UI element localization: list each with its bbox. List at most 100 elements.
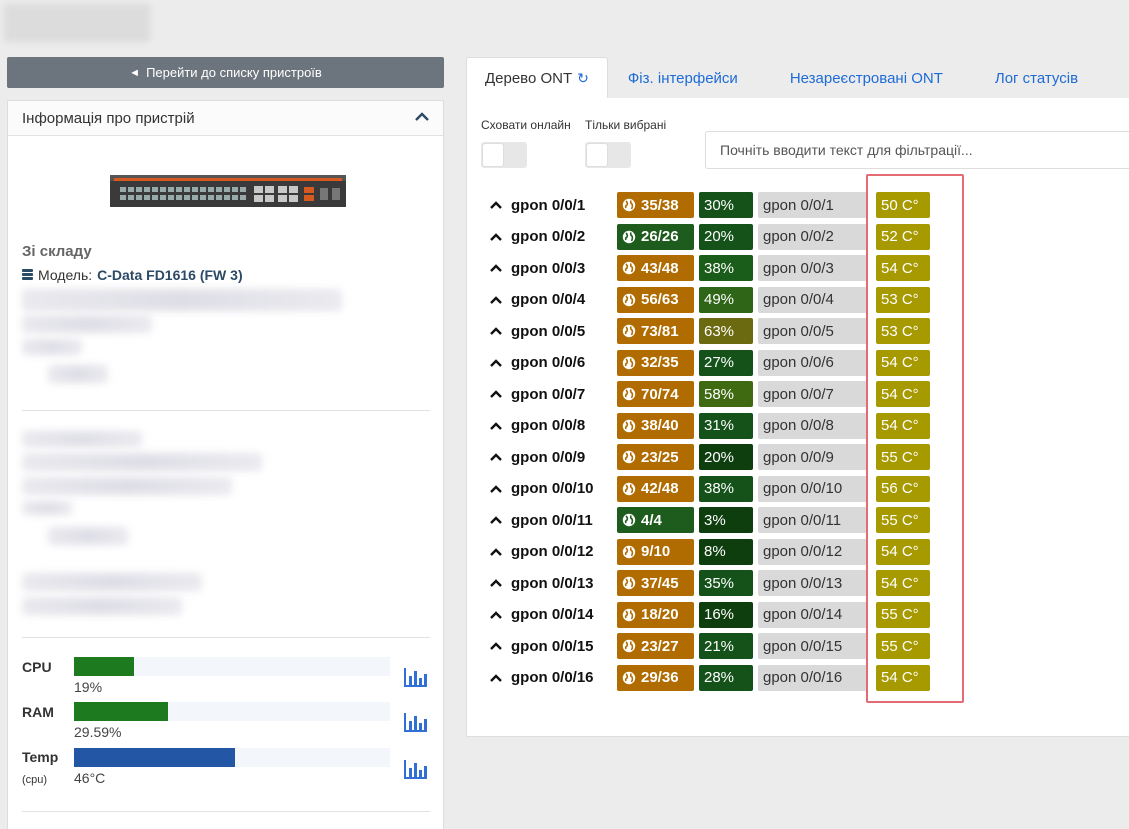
chevron-up-icon[interactable] xyxy=(485,453,507,461)
port-label-badge: gpon 0/0/11 xyxy=(758,507,868,533)
chevron-up-icon[interactable] xyxy=(485,327,507,335)
refresh-icon[interactable]: ↻ xyxy=(577,70,589,87)
ram-bar-fill xyxy=(74,702,168,721)
port-row: gpon 0/0/4 56/63 49% gpon 0/0/4 53 C° xyxy=(485,286,935,313)
tab-label: Незареєстровані ONT xyxy=(789,69,943,87)
chevron-up-icon[interactable] xyxy=(485,484,507,493)
only-selected-toggle[interactable] xyxy=(585,142,631,168)
onu-count-badge: 23/27 xyxy=(617,633,694,659)
chevron-up-icon[interactable] xyxy=(485,610,507,619)
temperature-badge: 54 C° xyxy=(876,255,930,281)
utilization-badge: 49% xyxy=(699,286,753,313)
tab-label: Дерево ONT xyxy=(485,70,573,87)
onu-count-badge: 56/63 xyxy=(617,286,694,313)
model-label: Модель: xyxy=(38,267,93,283)
port-row: gpon 0/0/12 9/10 8% gpon 0/0/12 54 C° xyxy=(485,538,935,565)
globe-icon xyxy=(622,608,636,621)
chevron-up-icon[interactable] xyxy=(485,579,507,587)
chevron-up-icon[interactable] xyxy=(485,390,507,398)
temperature-badge: 55 C° xyxy=(876,444,930,470)
server-icon xyxy=(22,269,33,281)
chevron-up-icon[interactable] xyxy=(485,232,507,241)
port-name: gpon 0/0/9 xyxy=(511,448,586,466)
bar-chart-icon[interactable] xyxy=(404,712,428,732)
temperature-badge: 54 C° xyxy=(876,538,930,565)
arrow-left-icon: ◄ xyxy=(129,66,141,79)
temp-label: Temp xyxy=(22,749,59,765)
utilization-badge: 35% xyxy=(699,570,753,596)
port-row: gpon 0/0/16 29/36 28% gpon 0/0/16 54 C° xyxy=(485,664,935,691)
tab-label: Фіз. інтерфейси xyxy=(627,69,738,87)
redacted-block xyxy=(48,527,128,545)
tab-physical-interfaces[interactable]: Фіз. інтерфейси xyxy=(610,57,756,99)
chevron-up-icon[interactable] xyxy=(485,642,507,650)
stock-label: Зі складу xyxy=(22,243,92,260)
onu-count-badge: 70/74 xyxy=(617,381,694,407)
globe-icon xyxy=(622,639,636,653)
port-name: gpon 0/0/3 xyxy=(511,259,586,277)
temperature-badge: 54 C° xyxy=(876,664,930,691)
temp-bar-fill xyxy=(74,748,236,767)
chevron-up-icon[interactable] xyxy=(485,264,507,272)
chevron-up-icon[interactable] xyxy=(485,547,507,556)
tab-ont-tree[interactable]: Дерево ONT ↻ xyxy=(466,57,608,99)
port-name: gpon 0/0/11 xyxy=(511,511,593,529)
port-row: gpon 0/0/15 23/27 21% gpon 0/0/15 55 C° xyxy=(485,633,935,659)
tab-status-log[interactable]: Лог статусів xyxy=(977,57,1096,99)
temperature-badge: 55 C° xyxy=(876,507,930,533)
port-label-badge: gpon 0/0/8 xyxy=(758,412,868,439)
port-name: gpon 0/0/10 xyxy=(511,480,594,497)
chevron-up-icon[interactable] xyxy=(485,295,507,304)
utilization-badge: 16% xyxy=(699,601,753,628)
port-label-badge: gpon 0/0/12 xyxy=(758,538,868,565)
onu-count: 32/35 xyxy=(641,354,679,371)
temperature-badge: 54 C° xyxy=(876,349,930,376)
chevron-up-icon[interactable] xyxy=(485,673,507,682)
tab-unregistered-ont[interactable]: Незареєстровані ONT xyxy=(772,57,961,99)
onu-count: 56/63 xyxy=(641,291,679,308)
ram-bar xyxy=(74,702,390,721)
temperature-badge: 52 C° xyxy=(876,223,930,250)
back-to-devices-button[interactable]: ◄ Перейти до списку пристроїв xyxy=(7,57,444,88)
utilization-badge: 28% xyxy=(699,664,753,691)
back-button-label: Перейти до списку пристроїв xyxy=(146,65,322,80)
chevron-up-icon[interactable] xyxy=(485,358,507,367)
globe-icon xyxy=(622,450,636,464)
chevron-up-icon[interactable] xyxy=(485,201,507,209)
divider xyxy=(22,811,430,812)
chevron-up-icon[interactable] xyxy=(485,516,507,524)
only-selected-label: Тільки вибрані xyxy=(585,118,667,132)
onu-count: 4/4 xyxy=(641,511,662,529)
port-row: gpon 0/0/11 4/4 3% gpon 0/0/11 55 C° xyxy=(485,507,935,533)
globe-icon xyxy=(622,293,636,306)
divider xyxy=(22,410,430,411)
onu-count-badge: 4/4 xyxy=(617,507,694,533)
port-label-badge: gpon 0/0/7 xyxy=(758,381,868,407)
chevron-up-icon[interactable] xyxy=(485,421,507,430)
device-info-header[interactable]: Інформація про пристрій xyxy=(8,101,443,136)
port-row: gpon 0/0/9 23/25 20% gpon 0/0/9 55 C° xyxy=(485,444,935,470)
chevron-up-icon[interactable] xyxy=(415,109,429,127)
port-label-badge: gpon 0/0/14 xyxy=(758,601,868,628)
globe-icon xyxy=(622,671,636,684)
utilization-badge: 38% xyxy=(699,255,753,281)
ram-value: 29.59% xyxy=(74,724,122,740)
bar-chart-icon[interactable] xyxy=(404,759,428,779)
port-name: gpon 0/0/4 xyxy=(511,291,586,308)
bar-chart-icon[interactable] xyxy=(404,667,428,687)
onu-count: 43/48 xyxy=(641,259,679,277)
filter-input[interactable] xyxy=(705,131,1129,169)
onu-count: 26/26 xyxy=(641,228,679,245)
port-name: gpon 0/0/14 xyxy=(511,606,594,623)
port-label-badge: gpon 0/0/5 xyxy=(758,318,868,344)
onu-count: 9/10 xyxy=(641,543,671,560)
redacted-block xyxy=(22,431,142,447)
temp-bar xyxy=(74,748,390,767)
port-row: gpon 0/0/5 73/81 63% gpon 0/0/5 53 C° xyxy=(485,318,935,344)
temperature-badge: 50 C° xyxy=(876,192,930,218)
utilization-badge: 63% xyxy=(699,318,753,344)
toggle-knob xyxy=(483,144,503,166)
hide-online-toggle[interactable] xyxy=(481,142,527,168)
onu-count-badge: 35/38 xyxy=(617,192,694,218)
divider xyxy=(22,637,430,638)
